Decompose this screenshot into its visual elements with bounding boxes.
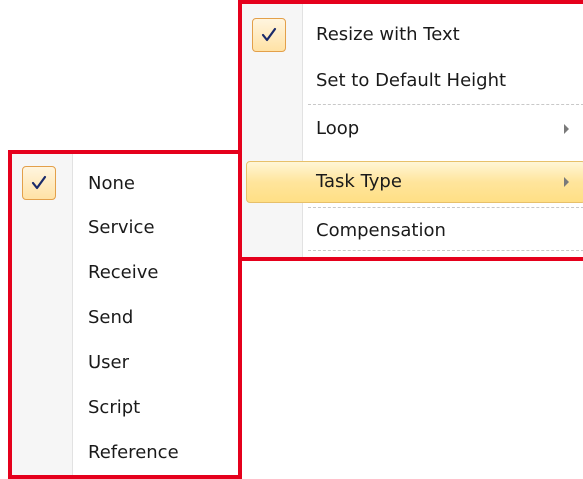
context-menu: Resize with Text Set to Default Height L… bbox=[238, 0, 583, 261]
submenu-item-reference[interactable]: Reference bbox=[12, 434, 238, 474]
submenu-item-label: Send bbox=[88, 307, 134, 328]
submenu-item-label: Reference bbox=[88, 442, 179, 463]
check-icon bbox=[22, 166, 56, 200]
check-icon bbox=[252, 18, 286, 52]
submenu-item-script[interactable]: Script bbox=[12, 389, 238, 429]
menu-item-resize-with-text[interactable]: Resize with Text bbox=[242, 16, 583, 54]
menu-item-compensation[interactable]: Compensation bbox=[242, 214, 583, 252]
submenu-item-label: User bbox=[88, 352, 130, 373]
menu-separator bbox=[308, 104, 583, 105]
submenu-item-user[interactable]: User bbox=[12, 344, 238, 384]
menu-item-task-type[interactable]: Task Type bbox=[242, 161, 583, 203]
submenu-item-send[interactable]: Send bbox=[12, 299, 238, 339]
menu-separator bbox=[308, 250, 583, 251]
submenu-item-service[interactable]: Service bbox=[12, 209, 238, 249]
menu-item-loop[interactable]: Loop bbox=[242, 110, 583, 148]
submenu-item-label: Service bbox=[88, 217, 155, 238]
submenu-item-label: Script bbox=[88, 397, 141, 418]
menu-item-label: Compensation bbox=[316, 220, 446, 241]
menu-item-label: Task Type bbox=[316, 171, 402, 192]
menu-separator bbox=[308, 207, 583, 208]
menu-item-highlight bbox=[246, 161, 583, 203]
submenu-arrow-icon bbox=[564, 124, 569, 134]
submenu-item-label: Receive bbox=[88, 262, 159, 283]
menu-item-label: Resize with Text bbox=[316, 24, 460, 45]
menu-item-set-default-height[interactable]: Set to Default Height bbox=[242, 62, 583, 100]
submenu-arrow-icon bbox=[564, 177, 569, 187]
submenu-item-receive[interactable]: Receive bbox=[12, 254, 238, 294]
submenu-item-none[interactable]: None bbox=[12, 164, 238, 204]
menu-item-label: Loop bbox=[316, 118, 360, 139]
task-type-submenu: None Service Receive Send User Script Re… bbox=[8, 150, 242, 479]
submenu-item-label: None bbox=[88, 173, 135, 194]
menu-item-label: Set to Default Height bbox=[316, 70, 507, 91]
